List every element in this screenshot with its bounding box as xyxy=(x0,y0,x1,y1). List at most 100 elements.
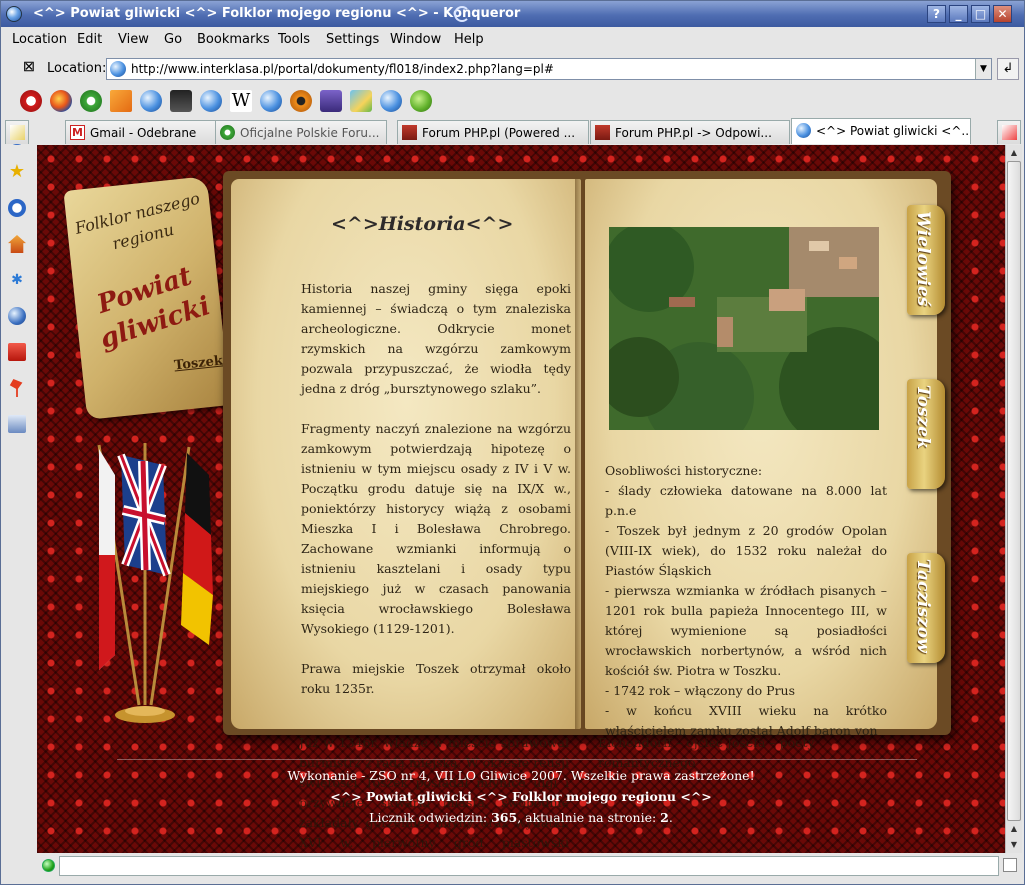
menu-bookmarks[interactable]: Bookmarks xyxy=(197,32,270,47)
services-pin-icon[interactable] xyxy=(9,379,23,397)
banner-subtitle: Folklor naszego regionu xyxy=(72,188,202,254)
close-tab-button[interactable] xyxy=(997,120,1021,144)
globe-icon xyxy=(796,123,811,138)
note-item: - pierwsza wzmianka w źródłach pisanych … xyxy=(605,583,887,678)
tab-gmail[interactable]: M Gmail - Odebrane xyxy=(65,120,237,144)
tab-label: Oficjalne Polskie Foru... xyxy=(240,126,380,140)
visit-counter: Licznik odwiedzin: 365, aktualnie na str… xyxy=(37,807,1005,828)
house-icon[interactable] xyxy=(320,90,342,112)
network-icon[interactable] xyxy=(8,307,26,325)
counter-prefix: Licznik odwiedzin: xyxy=(369,810,492,825)
tab-bar: M Gmail - Odebrane Oficjalne Polskie For… xyxy=(5,118,1024,144)
menu-settings[interactable]: Settings xyxy=(326,32,379,47)
status-bar xyxy=(37,854,1022,880)
nav-tab-label: Wielowieś xyxy=(913,211,933,307)
title-bar[interactable]: <^> Powiat gliwicki <^> Folklor mojego r… xyxy=(1,1,1024,27)
tab-powiat-gliwicki[interactable]: <^> Powiat gliwicki <^... xyxy=(791,118,971,144)
go-button[interactable]: ↲ xyxy=(997,58,1019,80)
footer-title: <^> Powiat gliwicki <^> Folklor mojego r… xyxy=(330,789,712,804)
tab-label: Gmail - Odebrane xyxy=(90,126,197,140)
vertical-scrollbar[interactable]: ▲ ▲ ▼ xyxy=(1005,145,1022,853)
scroll-thumb[interactable] xyxy=(1007,161,1021,821)
suse-icon[interactable] xyxy=(410,90,432,112)
loading-spinner-icon xyxy=(454,6,470,22)
open-book: <^>Historia<^> Historia naszej gminy się… xyxy=(223,171,951,738)
nav-tab-label: Toszek xyxy=(913,385,933,449)
forum-icon xyxy=(220,125,235,140)
counter-total: 365 xyxy=(491,810,518,825)
maximize-button[interactable]: □ xyxy=(971,5,990,23)
globe-icon[interactable] xyxy=(200,90,222,112)
history-clock-icon[interactable] xyxy=(8,199,26,217)
close-button[interactable]: ✕ xyxy=(993,5,1012,23)
home-folder-icon[interactable] xyxy=(8,235,26,253)
clear-location-icon[interactable]: ⮽ xyxy=(20,60,38,76)
note-item: - Toszek był jednym z 20 grodów Opolan (… xyxy=(605,523,887,578)
bookmarks-star-icon[interactable]: ★ xyxy=(8,163,26,181)
tab-label: <^> Powiat gliwicki <^... xyxy=(816,124,971,138)
konqueror-app-icon[interactable] xyxy=(6,6,22,22)
php-icon xyxy=(402,125,417,140)
globe-icon[interactable] xyxy=(140,90,162,112)
split-view-toggle[interactable] xyxy=(1003,858,1017,872)
window-title: <^> Powiat gliwicki <^> Folklor mojego r… xyxy=(33,6,521,21)
scroll-up-icon[interactable]: ▲ xyxy=(1006,145,1022,160)
location-label: Location: xyxy=(47,61,107,76)
wikipedia-icon[interactable]: W xyxy=(230,90,252,112)
toszek-link[interactable]: Toszek xyxy=(173,353,223,373)
note-item: - 1742 rok – włączony do Prus xyxy=(605,683,796,698)
gmail-icon: M xyxy=(70,125,85,140)
history-paragraph: Historia naszej gminy sięga epoki kamien… xyxy=(301,281,571,396)
history-text: Historia naszej gminy sięga epoki kamien… xyxy=(301,279,571,719)
map-icon[interactable] xyxy=(350,90,372,112)
firefox-icon[interactable] xyxy=(50,90,72,112)
counter-suffix: . xyxy=(668,810,673,825)
menu-edit[interactable]: Edit xyxy=(77,32,102,47)
history-paragraph: Fragmenty naczyń znalezione na wzgórzu z… xyxy=(301,421,571,636)
menu-location[interactable]: Location xyxy=(12,32,67,47)
page-footer: Wykonanie - ZSO nr 4, VII LO Gliwice 200… xyxy=(37,759,1005,828)
globe-icon[interactable] xyxy=(380,90,402,112)
root-folder-icon[interactable] xyxy=(8,343,26,361)
minimize-button[interactable]: _ xyxy=(949,5,968,23)
nav-tab-label: Tacziszow xyxy=(913,559,933,653)
left-page: <^>Historia<^> Historia naszej gminy się… xyxy=(231,179,581,729)
nav-tab-wielowies[interactable]: Wielowieś xyxy=(907,205,945,315)
nav-tab-toszek[interactable]: Toszek xyxy=(907,379,945,489)
help-button[interactable]: ? xyxy=(927,5,946,23)
linux-tux-icon[interactable] xyxy=(170,90,192,112)
url-history-dropdown[interactable]: ▼ xyxy=(975,59,991,79)
close-tab-icon xyxy=(1002,125,1017,140)
notes-heading: Osobliwości historyczne: xyxy=(605,463,763,478)
nav-tab-taciszow[interactable]: Tacziszow xyxy=(907,553,945,663)
counter-mid: , aktualnie na stronie: xyxy=(517,810,661,825)
status-text-field xyxy=(59,856,999,876)
url-text[interactable]: http://www.interklasa.pl/portal/dokument… xyxy=(131,62,554,76)
menu-help[interactable]: Help xyxy=(454,32,484,47)
menu-go[interactable]: Go xyxy=(164,32,182,47)
menu-window[interactable]: Window xyxy=(390,32,441,47)
sidebar-module-icon[interactable] xyxy=(8,415,26,433)
side-navigation-panel: ★ ✱ xyxy=(3,119,31,854)
media-player-icon[interactable]: ✱ xyxy=(8,271,26,289)
banner-title: Powiat gliwicki xyxy=(93,261,214,355)
tab-forum-php-2[interactable]: Forum PHP.pl -> Odpowi... xyxy=(590,120,790,144)
scroll-down-icon[interactable]: ▼ xyxy=(1006,837,1022,852)
tab-forum-php-1[interactable]: Forum PHP.pl (Powered ... xyxy=(397,120,589,144)
url-field[interactable]: http://www.interklasa.pl/portal/dokument… xyxy=(106,58,992,80)
opera-icon[interactable] xyxy=(20,90,42,112)
counter-now: 2 xyxy=(660,810,669,825)
globe-icon[interactable] xyxy=(260,90,282,112)
chat-icon[interactable] xyxy=(80,90,102,112)
menu-tools[interactable]: Tools xyxy=(278,32,310,47)
new-tab-button[interactable] xyxy=(5,120,29,144)
menu-bar: Location Edit View Go Bookmarks Tools Se… xyxy=(2,28,1023,52)
new-tab-icon xyxy=(10,125,25,140)
blogger-icon[interactable] xyxy=(110,90,132,112)
tab-forum[interactable]: Oficjalne Polskie Foru... xyxy=(215,120,387,144)
castle-aerial-photo xyxy=(609,227,879,430)
page-heading: <^>Historia<^> xyxy=(331,213,514,235)
scroll-up-icon[interactable]: ▲ xyxy=(1006,821,1022,836)
menu-view[interactable]: View xyxy=(118,32,149,47)
php-icon[interactable] xyxy=(290,90,312,112)
